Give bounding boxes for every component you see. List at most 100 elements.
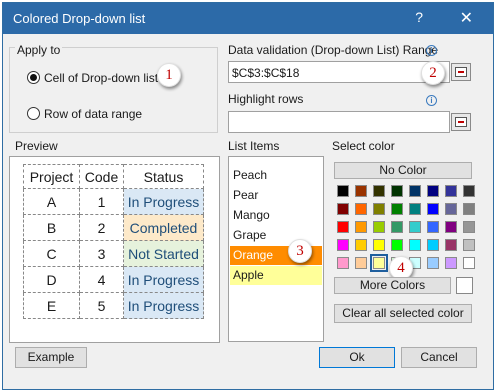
highlight-rows-input[interactable] — [228, 111, 450, 133]
preview-cell-project: B — [23, 214, 80, 241]
preview-cell-project: D — [23, 266, 80, 293]
help-button[interactable]: ? — [415, 9, 423, 25]
color-swatch[interactable] — [391, 203, 403, 215]
list-item[interactable]: Peach — [230, 166, 322, 185]
color-swatch[interactable] — [463, 257, 475, 269]
preview-row: A 1 In Progress — [23, 188, 204, 215]
color-swatch[interactable] — [337, 221, 349, 233]
step-badge-1: 1 — [157, 63, 181, 87]
color-swatch[interactable] — [391, 239, 403, 251]
preview-cell-status: In Progress — [123, 188, 204, 215]
radio-cell-label[interactable]: Cell of Drop-down list — [44, 71, 158, 85]
color-swatch[interactable] — [427, 221, 439, 233]
preview-panel: Project Code Status A 1 In Progress B 2 … — [9, 156, 220, 343]
list-item[interactable]: Apple — [230, 266, 322, 285]
preview-header-row: Project Code Status — [23, 164, 204, 189]
apply-to-label: Apply to — [15, 43, 63, 57]
color-swatch[interactable] — [445, 257, 457, 269]
preview-cell-project: A — [23, 188, 80, 215]
preview-table: Project Code Status A 1 In Progress B 2 … — [23, 164, 204, 319]
example-button[interactable]: Example — [15, 347, 87, 368]
preview-row: C 3 Not Started — [23, 240, 204, 267]
color-swatch[interactable] — [355, 239, 367, 251]
color-swatch[interactable] — [373, 203, 385, 215]
color-swatch[interactable] — [445, 185, 457, 197]
color-swatch[interactable] — [370, 254, 388, 272]
color-swatch[interactable] — [337, 185, 349, 197]
color-swatch[interactable] — [445, 203, 457, 215]
color-swatch[interactable] — [445, 221, 457, 233]
radio-row-of-data[interactable] — [27, 107, 40, 120]
preview-cell-project: C — [23, 240, 80, 267]
color-swatch[interactable] — [337, 239, 349, 251]
preview-cell-status: Not Started — [123, 240, 204, 267]
select-color-label: Select color — [332, 139, 395, 153]
preview-cell-status: Completed — [123, 214, 204, 241]
radio-row-label[interactable]: Row of data range — [44, 107, 142, 121]
color-swatch[interactable] — [373, 185, 385, 197]
preview-row: B 2 Completed — [23, 214, 204, 241]
step-badge-2: 2 — [421, 61, 445, 85]
preview-header-status: Status — [123, 164, 204, 189]
color-swatch[interactable] — [463, 203, 475, 215]
color-swatch[interactable] — [463, 239, 475, 251]
color-swatch[interactable] — [373, 221, 385, 233]
preview-cell-status: In Progress — [123, 266, 204, 293]
color-swatch[interactable] — [355, 257, 367, 269]
title-bar: Colored Drop-down list ? ✕ — [3, 3, 493, 34]
color-swatch[interactable] — [427, 239, 439, 251]
cancel-button[interactable]: Cancel — [401, 347, 477, 368]
range-value: $C$3:$C$18 — [232, 66, 300, 80]
color-swatch[interactable] — [463, 185, 475, 197]
color-swatch[interactable] — [409, 221, 421, 233]
highlight-select-button[interactable] — [451, 113, 471, 131]
color-swatch[interactable] — [409, 239, 421, 251]
color-swatch[interactable] — [355, 203, 367, 215]
preview-cell-code: 2 — [79, 214, 124, 241]
color-swatch[interactable] — [427, 203, 439, 215]
no-color-button[interactable]: No Color — [334, 162, 472, 179]
more-colors-button[interactable]: More Colors — [334, 277, 451, 294]
color-swatch[interactable] — [409, 203, 421, 215]
highlight-picker-icon — [455, 117, 467, 127]
preview-row: D 4 In Progress — [23, 266, 204, 293]
list-items-label: List Items — [228, 139, 280, 153]
preview-header-project: Project — [23, 164, 80, 189]
close-button[interactable]: ✕ — [460, 8, 473, 28]
custom-color-preview — [456, 277, 473, 294]
range-select-button[interactable] — [451, 63, 471, 81]
highlight-rows-label: Highlight rows — [228, 92, 304, 106]
list-item[interactable]: Mango — [230, 206, 322, 225]
color-swatch[interactable] — [445, 239, 457, 251]
color-swatch[interactable] — [337, 257, 349, 269]
preview-label: Preview — [15, 139, 58, 153]
color-swatch[interactable] — [355, 221, 367, 233]
preview-cell-code: 3 — [79, 240, 124, 267]
color-swatch[interactable] — [355, 185, 367, 197]
range-label: Data validation (Drop-down List) Range — [228, 43, 439, 57]
clear-all-colors-button[interactable]: Clear all selected color — [334, 304, 472, 323]
color-swatch[interactable] — [409, 185, 421, 197]
range-info-icon[interactable]: i — [426, 45, 437, 56]
preview-cell-code: 1 — [79, 188, 124, 215]
preview-cell-project: E — [23, 292, 80, 319]
list-item[interactable]: Pear — [230, 186, 322, 205]
dialog-window: Colored Drop-down list ? ✕ Apply to Cell… — [2, 2, 494, 390]
color-swatch[interactable] — [427, 185, 439, 197]
preview-cell-code: 4 — [79, 266, 124, 293]
range-picker-icon — [455, 67, 467, 77]
preview-cell-code: 5 — [79, 292, 124, 319]
color-swatch[interactable] — [337, 203, 349, 215]
color-swatch[interactable] — [427, 257, 439, 269]
color-swatch[interactable] — [391, 221, 403, 233]
window-title: Colored Drop-down list — [13, 11, 146, 26]
range-input[interactable]: $C$3:$C$18 — [228, 61, 450, 83]
highlight-info-icon[interactable]: i — [426, 95, 437, 106]
radio-cell-of-dropdown[interactable] — [27, 71, 40, 84]
ok-button[interactable]: Ok — [319, 347, 395, 368]
preview-row: E 5 In Progress — [23, 292, 204, 319]
color-swatch[interactable] — [391, 185, 403, 197]
color-swatch[interactable] — [373, 239, 385, 251]
color-swatch[interactable] — [463, 221, 475, 233]
preview-cell-status: In Progress — [123, 292, 204, 319]
